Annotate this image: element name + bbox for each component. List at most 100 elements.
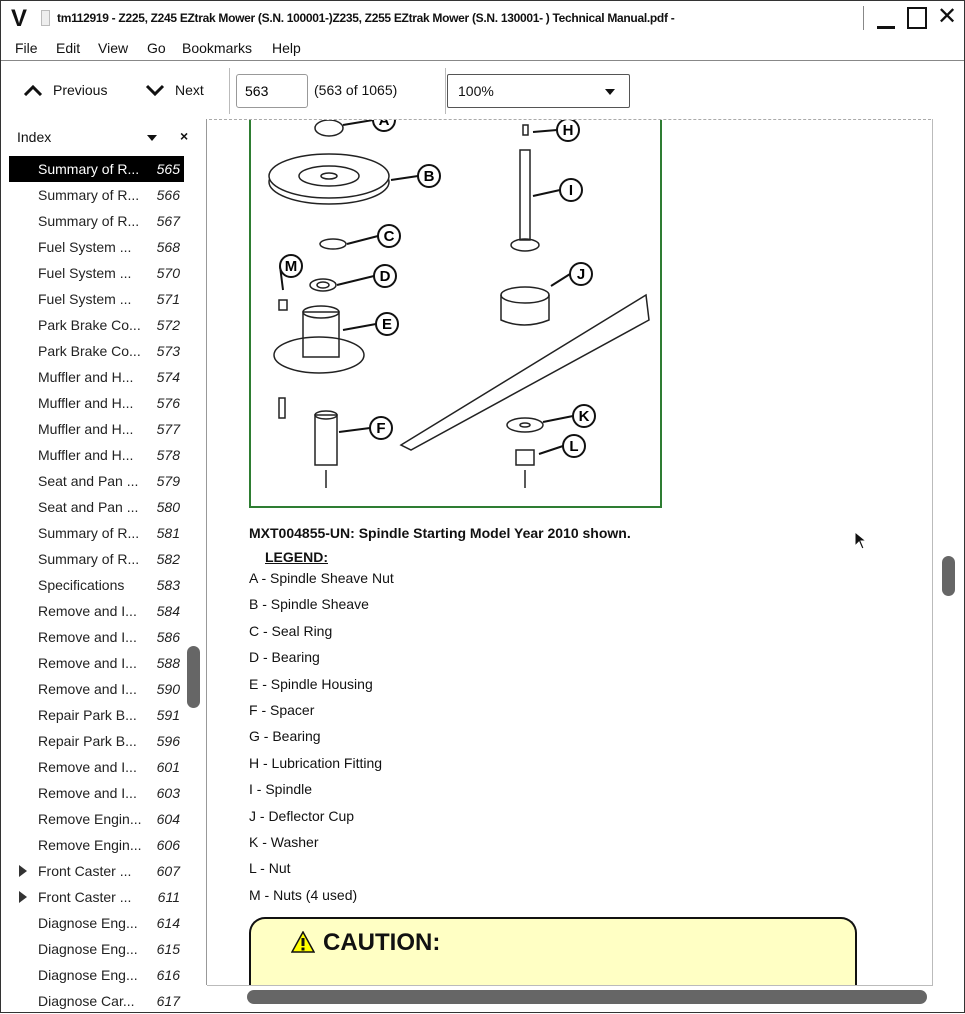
dropdown-arrow-icon (605, 89, 615, 95)
menu-help[interactable]: Help (272, 40, 301, 56)
sidebar-item-label: Seat and Pan ... (38, 499, 139, 515)
legend-item: K - Washer (249, 834, 319, 850)
sidebar-item[interactable]: Summary of R... 566 (9, 182, 184, 208)
sidebar-item-label: Front Caster ... (38, 863, 132, 879)
sidebar-item[interactable]: Repair Park B... 596 (9, 728, 184, 754)
sidebar-item[interactable]: Muffler and H... 577 (9, 416, 184, 442)
sidebar-item[interactable]: Remove Engin... 604 (9, 806, 184, 832)
callout-label: E (382, 316, 392, 333)
sidebar-item-page: 591 (156, 707, 180, 723)
sidebar-item[interactable]: Remove and I... 603 (9, 780, 184, 806)
sidebar-item[interactable]: Summary of R... 581 (9, 520, 184, 546)
sidebar-item-label: Remove and I... (38, 655, 137, 671)
sidebar-item-page: 596 (156, 733, 180, 749)
menu-go[interactable]: Go (147, 40, 166, 56)
sidebar-item-page: 572 (156, 317, 180, 333)
next-label: Next (175, 82, 204, 98)
sidebar-item[interactable]: Muffler and H... 578 (9, 442, 184, 468)
sidebar-item-label: Repair Park B... (38, 733, 137, 749)
sidebar-item-page: 603 (156, 785, 180, 801)
sidebar-item[interactable]: Remove and I... 588 (9, 650, 184, 676)
sidebar-item-page: 586 (156, 629, 180, 645)
sidebar-item-page: 567 (156, 213, 180, 229)
sidebar-scrollbar[interactable] (187, 646, 200, 708)
sidebar-item[interactable]: Repair Park B... 591 (9, 702, 184, 728)
sidebar-item[interactable]: Remove and I... 590 (9, 676, 184, 702)
zoom-select[interactable]: 100% (447, 74, 630, 108)
menu-file[interactable]: File (15, 40, 38, 56)
callout-arrow (532, 189, 561, 197)
sidebar-item[interactable]: Muffler and H... 576 (9, 390, 184, 416)
sidebar-item[interactable]: Remove and I... 584 (9, 598, 184, 624)
sidebar-item[interactable]: Diagnose Eng... 615 (9, 936, 184, 962)
legend-item: G - Bearing (249, 728, 321, 745)
sidebar-item[interactable]: Specifications 583 (9, 572, 184, 598)
index-sidebar: Index × Summary of R... 565 Summary of R..… (1, 119, 206, 1013)
expand-arrow-icon[interactable] (19, 891, 27, 903)
sidebar-item-page: 606 (156, 837, 180, 853)
sidebar-item-label: Seat and Pan ... (38, 473, 139, 489)
sidebar-item[interactable]: Front Caster ... 607 (9, 858, 184, 884)
mouse-cursor-icon (854, 531, 868, 550)
vertical-scrollbar[interactable] (932, 119, 962, 986)
sidebar-item[interactable]: Summary of R... 565 (9, 156, 184, 182)
window-title: tm112919 - Z225, Z245 EZtrak Mower (S.N.… (57, 11, 675, 25)
sidebar-item[interactable]: Park Brake Co... 573 (9, 338, 184, 364)
legend-item: I - Spindle (249, 781, 313, 798)
sidebar-item[interactable]: Seat and Pan ... 580 (9, 494, 184, 520)
horizontal-scroll-thumb[interactable] (247, 990, 927, 1004)
sidebar-item-page: 611 (157, 889, 180, 905)
sidebar-item-page: 565 (156, 161, 180, 177)
callout-label: F (376, 420, 385, 437)
sidebar-item[interactable]: Remove and I... 601 (9, 754, 184, 780)
callout-label: A (379, 120, 390, 129)
callout-arrow (342, 119, 374, 126)
previous-button[interactable]: Previous (23, 82, 107, 98)
sidebar-dropdown-icon[interactable] (147, 135, 157, 141)
chevron-up-icon (23, 84, 43, 96)
callout-arrow (342, 323, 377, 331)
app-logo: V (11, 5, 28, 32)
close-button[interactable]: ✕ (937, 2, 957, 31)
sidebar-item-label: Fuel System ... (38, 239, 132, 255)
sidebar-item[interactable]: Fuel System ... 571 (9, 286, 184, 312)
sidebar-item-label: Diagnose Eng... (38, 941, 138, 957)
sidebar-item[interactable]: Muffler and H... 574 (9, 364, 184, 390)
next-button[interactable]: Next (145, 82, 204, 98)
sidebar-close-icon[interactable]: × (180, 128, 188, 144)
sidebar-item[interactable]: Park Brake Co... 572 (9, 312, 184, 338)
expand-arrow-icon[interactable] (19, 865, 27, 877)
callout-arrow (346, 235, 379, 245)
sidebar-item[interactable]: Remove and I... 586 (9, 624, 184, 650)
sidebar-item-label: Summary of R... (38, 525, 140, 541)
sidebar-item[interactable]: Fuel System ... 568 (9, 234, 184, 260)
callout-arrow (532, 129, 558, 133)
sidebar-item[interactable]: Diagnose Car... 617 (9, 988, 184, 1014)
sidebar-item-page: 568 (156, 239, 180, 255)
callout-label: K (579, 408, 590, 425)
menu-view[interactable]: View (98, 40, 128, 56)
legend-item: H - Lubrication Fitting (249, 754, 383, 771)
minimize-button[interactable] (877, 26, 895, 29)
maximize-button[interactable] (907, 7, 927, 29)
sidebar-item[interactable]: Front Caster ... 611 (9, 884, 184, 910)
legend-item: C - Seal Ring (249, 622, 333, 639)
sidebar-item[interactable]: Seat and Pan ... 579 (9, 468, 184, 494)
sidebar-item[interactable]: Diagnose Eng... 614 (9, 910, 184, 936)
page-number-input[interactable] (236, 74, 308, 108)
sidebar-item[interactable]: Fuel System ... 570 (9, 260, 184, 286)
chevron-down-icon (145, 84, 165, 96)
sidebar-item[interactable]: Diagnose Eng... 616 (9, 962, 184, 988)
sidebar-item-page: 604 (156, 811, 180, 827)
sidebar-item[interactable]: Summary of R... 582 (9, 546, 184, 572)
sidebar-item[interactable]: Remove Engin... 606 (9, 832, 184, 858)
vertical-scroll-thumb[interactable] (942, 556, 955, 596)
sidebar-item-page: 588 (156, 655, 180, 671)
menu-bookmarks[interactable]: Bookmarks (182, 40, 252, 56)
menu-edit[interactable]: Edit (56, 40, 80, 56)
sidebar-item-label: Front Caster ... (38, 889, 132, 905)
callout-label: I (569, 182, 573, 199)
horizontal-scrollbar[interactable] (207, 985, 932, 1007)
sidebar-item[interactable]: Summary of R... 567 (9, 208, 184, 234)
callout-arrow (336, 275, 375, 286)
